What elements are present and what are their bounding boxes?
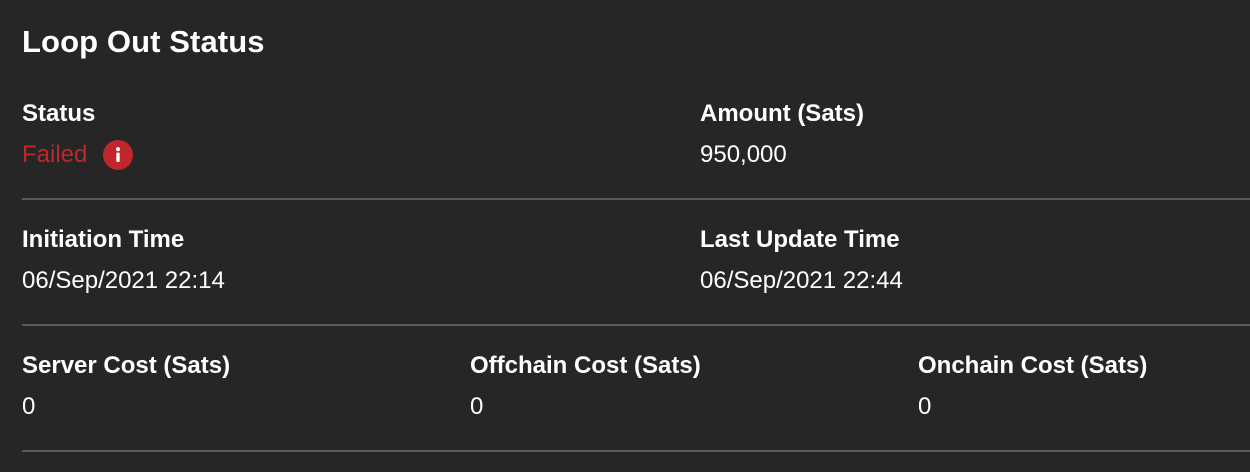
offchain-cost-value: 0 xyxy=(470,393,484,420)
last-update-time-label: Last Update Time xyxy=(700,226,900,253)
status-label: Status xyxy=(22,100,96,127)
offchain-cost-label: Offchain Cost (Sats) xyxy=(470,352,701,379)
offchain-cost-field: Offchain Cost (Sats) 0 xyxy=(470,350,701,423)
server-cost-value: 0 xyxy=(22,393,36,420)
amount-field: Amount (Sats) 950,000 xyxy=(700,98,864,171)
initiation-time-value: 06/Sep/2021 22:14 xyxy=(22,267,225,294)
panel-title: Loop Out Status xyxy=(22,24,265,59)
server-cost-label: Server Cost (Sats) xyxy=(22,352,231,379)
loop-out-status-panel: Loop Out Status Status Failed Amount (Sa… xyxy=(0,0,1250,472)
status-field: Status Failed xyxy=(22,98,134,171)
status-value-container: Failed xyxy=(22,139,134,171)
onchain-cost-field: Onchain Cost (Sats) 0 xyxy=(918,350,1147,423)
initiation-time-label: Initiation Time xyxy=(22,226,185,253)
status-value: Failed xyxy=(22,141,88,168)
initiation-time-field: Initiation Time 06/Sep/2021 22:14 xyxy=(22,224,225,297)
time-row: Initiation Time 06/Sep/2021 22:14 Last U… xyxy=(0,200,1250,326)
onchain-cost-value: 0 xyxy=(918,393,932,420)
last-update-time-field: Last Update Time 06/Sep/2021 22:44 xyxy=(700,224,903,297)
last-update-time-value: 06/Sep/2021 22:44 xyxy=(700,267,903,294)
onchain-cost-label: Onchain Cost (Sats) xyxy=(918,352,1148,379)
status-amount-row: Status Failed Amount (Sats) 950,000 xyxy=(0,74,1250,200)
amount-label: Amount (Sats) xyxy=(700,100,864,127)
info-icon[interactable] xyxy=(103,140,134,170)
amount-value: 950,000 xyxy=(700,141,787,168)
cost-row: Server Cost (Sats) 0 Offchain Cost (Sats… xyxy=(0,326,1250,452)
row-divider xyxy=(22,450,1250,452)
server-cost-field: Server Cost (Sats) 0 xyxy=(22,350,230,423)
